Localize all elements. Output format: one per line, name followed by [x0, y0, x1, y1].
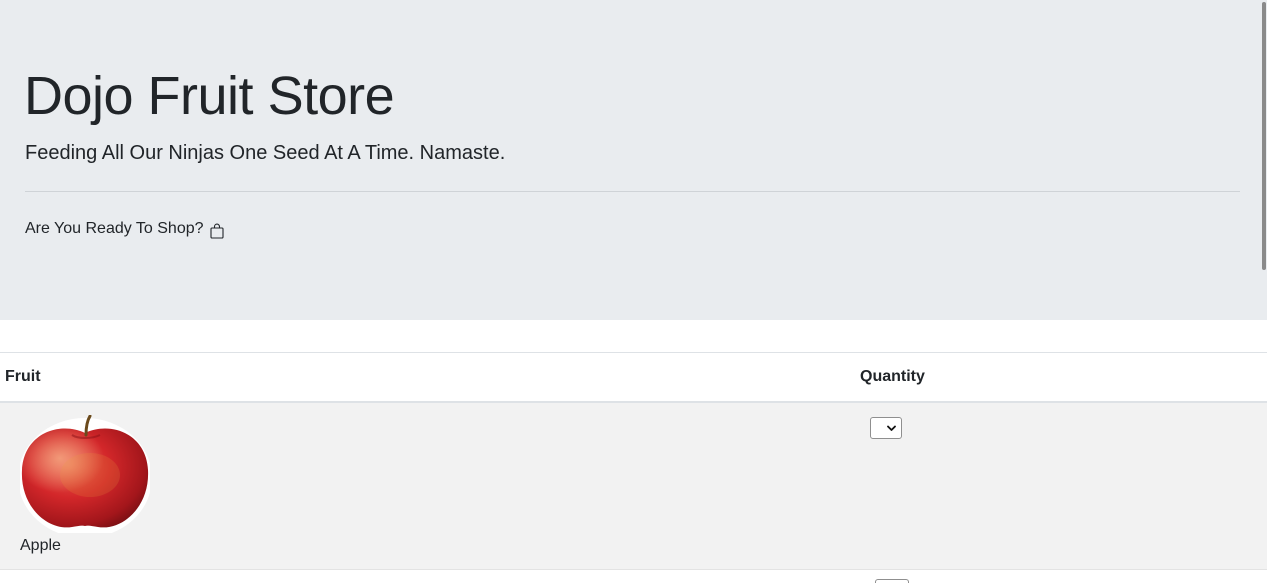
table-header-row: Fruit Quantity [0, 352, 1267, 403]
shop-prompt-text: Are You Ready To Shop? [25, 220, 204, 237]
page: Dojo Fruit Store Feeding All Our Ninjas … [0, 0, 1267, 583]
table-row-partial [0, 569, 1267, 583]
column-header-quantity: Quantity [855, 352, 1267, 403]
fruit-cell: Apple [0, 402, 855, 570]
quantity-select[interactable] [870, 417, 902, 439]
shopping-bag-icon [209, 223, 225, 239]
header-divider [25, 191, 1240, 192]
scrollbar-thumb[interactable] [1262, 2, 1266, 270]
quantity-cell [855, 402, 1267, 570]
store-tagline: Feeding All Our Ninjas One Seed At A Tim… [25, 142, 506, 164]
store-header: Dojo Fruit Store Feeding All Our Ninjas … [0, 0, 1267, 320]
quantity-select-partial[interactable] [875, 579, 909, 583]
shop-prompt: Are You Ready To Shop? [25, 218, 225, 240]
fruit-table: Fruit Quantity Apple [0, 352, 1267, 570]
chevron-down-icon [887, 419, 896, 437]
column-header-fruit: Fruit [0, 352, 855, 403]
fruit-name: Apple [20, 537, 61, 554]
page-scrollbar[interactable] [1261, 0, 1267, 583]
apple-image [20, 415, 150, 533]
table-row: Apple [0, 402, 1267, 570]
store-title: Dojo Fruit Store [24, 66, 395, 126]
